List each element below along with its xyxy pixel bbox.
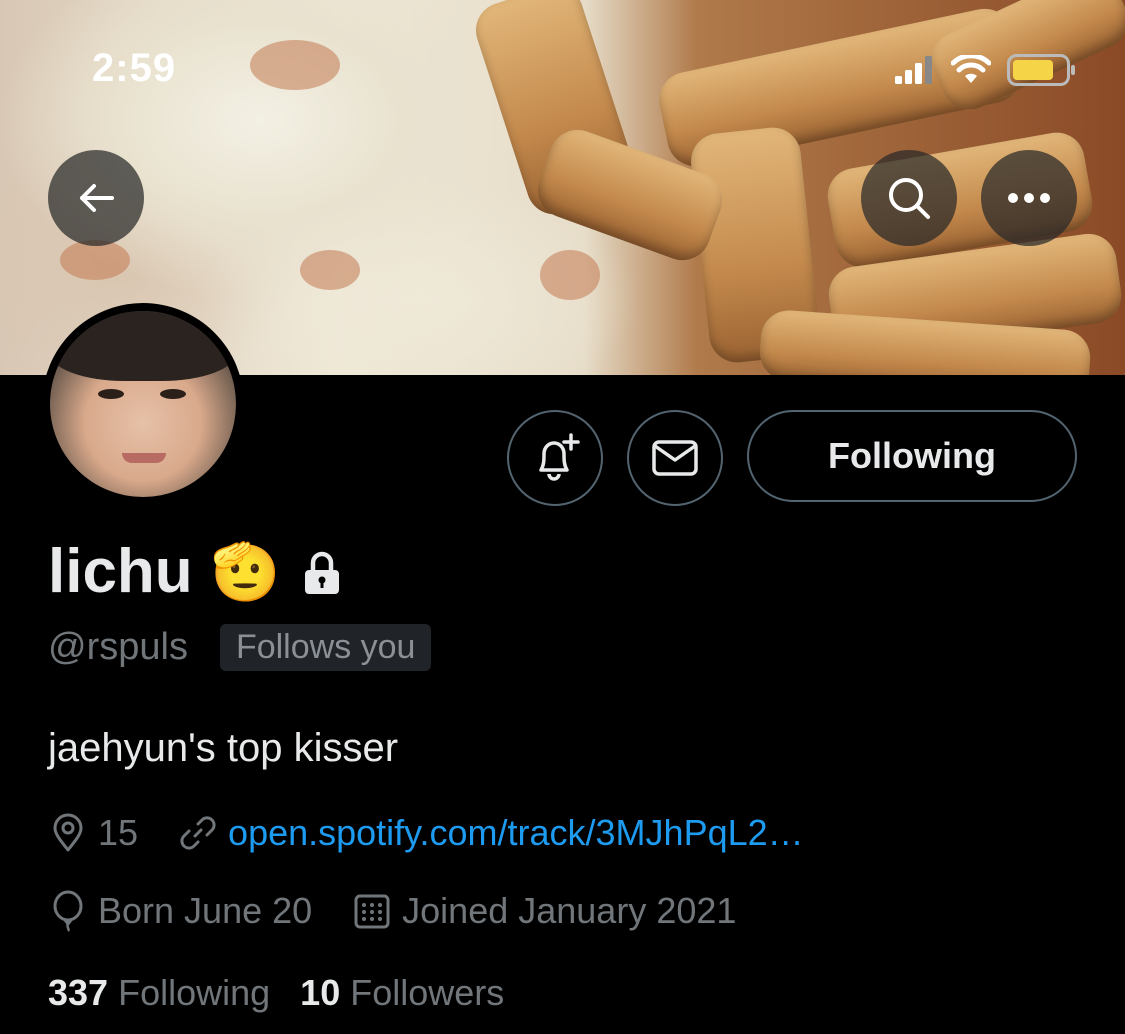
link-icon [180,816,216,850]
lock-icon [305,551,340,594]
profile-avatar[interactable] [42,303,244,505]
followers-count: 10 [300,972,341,1013]
status-time: 2:59 [92,46,177,90]
cellular-signal-icon [895,56,932,84]
website-link[interactable]: open.spotify.com/track/3MJhPqL2… [228,812,804,854]
follows-you-badge: Follows you [219,624,432,671]
battery-icon [1007,54,1075,86]
back-button[interactable] [48,150,144,246]
joined-date: Joined January 2021 [352,890,736,932]
following-count: 337 [48,972,109,1013]
message-button[interactable] [627,410,723,506]
following-button[interactable]: Following [747,410,1077,502]
more-icon [1008,193,1050,203]
meta-row-2: Born June 20 Joined January 2021 [48,890,776,932]
search-icon [889,178,930,219]
notifications-button[interactable] [507,410,603,506]
handle-row: @rspuls Follows you [48,624,432,671]
followers-label: Followers [350,972,505,1013]
location: 15 [48,812,138,854]
meta-row-1: 15 open.spotify.com/track/3MJhPqL2… [48,812,844,854]
birthday: Born June 20 [48,890,312,932]
location-text: 15 [98,812,139,853]
user-handle: @rspuls [48,626,188,668]
follow-counts: 337 Following 10 Followers [48,972,504,1014]
following-button-label: Following [828,435,996,476]
joined-text: Joined January 2021 [402,890,737,931]
status-icons [895,54,1077,86]
following-label: Following [118,972,271,1013]
display-name: lichu [48,537,193,606]
profile-bio: jaehyun's top kisser [48,726,399,770]
following-count-link[interactable]: 337 Following [48,972,270,1014]
bell-plus-icon [539,433,580,481]
birthday-text: Born June 20 [98,890,313,931]
arrow-left-icon [80,184,114,212]
search-button[interactable] [861,150,957,246]
salute-emoji: 🫡 [210,539,281,603]
website[interactable]: open.spotify.com/track/3MJhPqL2… [178,812,804,854]
envelope-icon [652,440,698,476]
location-pin-icon [53,813,83,852]
wifi-icon [951,55,991,83]
avatar-photo [50,311,236,497]
followers-count-link[interactable]: 10 Followers [300,972,504,1014]
name-row: lichu 🫡 [48,536,346,607]
more-button[interactable] [981,150,1077,246]
balloon-icon [53,890,83,932]
calendar-icon [354,894,390,929]
